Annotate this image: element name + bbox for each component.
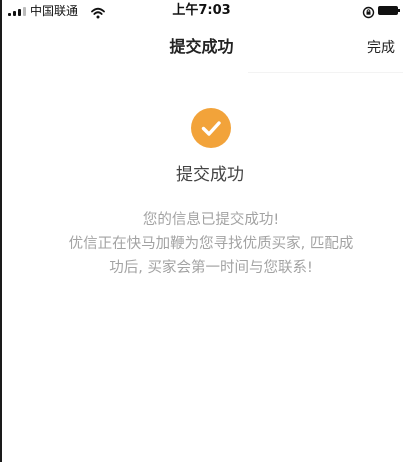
orientation-lock-icon xyxy=(362,4,375,23)
done-button[interactable]: 完成 xyxy=(367,38,395,58)
success-badge xyxy=(191,108,231,148)
success-message: 您的信息已提交成功! 优信正在快马加鞭为您寻找优质买家, 匹配成 功后, 买家会… xyxy=(6,208,403,280)
status-bar: 中国联通 上午7:03 xyxy=(0,0,403,24)
checkmark-icon xyxy=(201,121,221,136)
success-title: 提交成功 xyxy=(176,165,244,185)
message-line: 您的信息已提交成功! xyxy=(142,212,280,228)
message-line: 功后, 买家会第一时间与您联系! xyxy=(109,260,313,276)
battery-icon xyxy=(378,6,400,15)
nav-divider xyxy=(248,72,403,73)
message-line: 优信正在快马加鞭为您寻找优质买家, 匹配成 xyxy=(68,236,354,252)
left-edge xyxy=(0,0,2,462)
status-time: 上午7:03 xyxy=(172,3,231,18)
page-title: 提交成功 xyxy=(169,37,234,56)
